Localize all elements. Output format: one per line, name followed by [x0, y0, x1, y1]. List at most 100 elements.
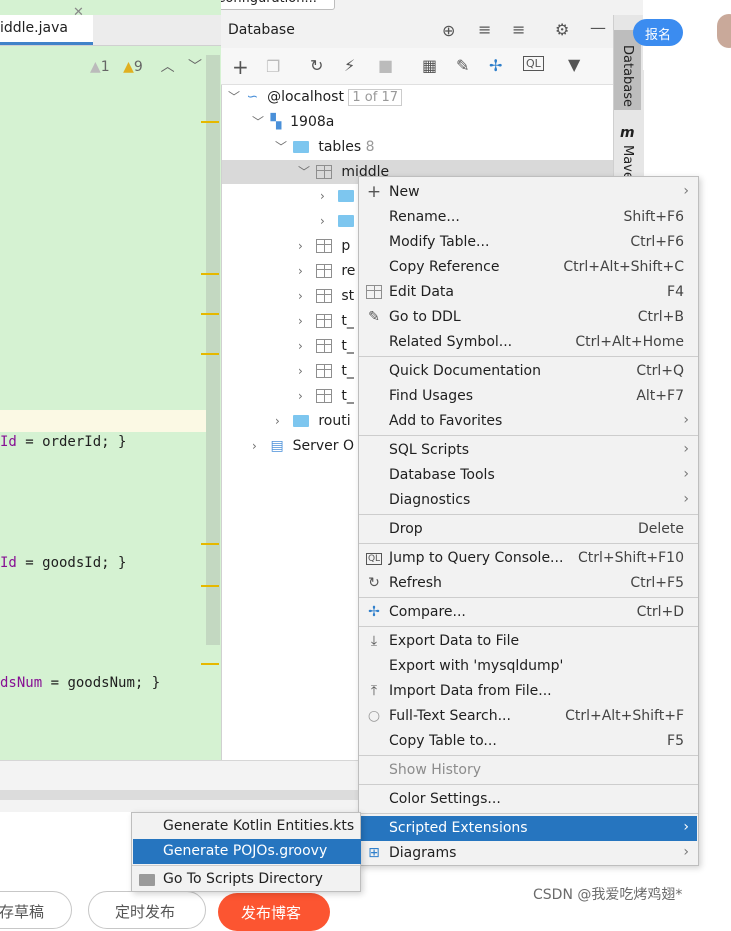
menu-item-import-data[interactable]: ⤒ Import Data from File...	[360, 679, 697, 704]
tree-node-table[interactable]: › p	[298, 238, 350, 263]
menu-item-diagnostics[interactable]: Diagnostics ›	[360, 488, 697, 513]
expand-all-icon[interactable]: ≡	[478, 20, 491, 39]
tree-node-host[interactable]: ﹀ ∽ @localhost 1 of 17	[228, 88, 402, 113]
chevron-right-icon: ›	[683, 441, 689, 457]
menu-item-jump-to-console[interactable]: QL Jump to Query Console... Ctrl+Shift+F10	[360, 546, 697, 571]
menu-item-show-history[interactable]: Show History	[360, 758, 697, 783]
code-editor[interactable]	[0, 0, 221, 760]
menu-shortcut: Alt+F7	[636, 388, 684, 404]
horizontal-scrollbar[interactable]	[0, 790, 358, 800]
tables-label: tables	[318, 139, 362, 155]
submenu-item-kotlin-entities[interactable]: Generate Kotlin Entities.kts	[133, 814, 361, 839]
tree-node-server-objects[interactable]: › ▤ Server O	[252, 438, 354, 463]
table-icon[interactable]: ▦	[422, 56, 437, 75]
schema-icon[interactable]: ⚡	[344, 56, 355, 75]
menu-label: Copy Reference	[389, 259, 500, 275]
code-line: Id = orderId; }	[0, 434, 127, 450]
ql-icon: QL	[366, 553, 382, 565]
host-badge: 1 of 17	[348, 89, 402, 106]
chevron-up-icon[interactable]: ︿	[161, 59, 175, 75]
menu-item-export-mysqldump[interactable]: Export with 'mysqldump'	[360, 654, 697, 679]
menu-shortcut: Ctrl+F5	[630, 575, 684, 591]
menu-shortcut: F5	[667, 733, 684, 749]
tree-node-schema[interactable]: ﹀ ▚ 1908a	[252, 113, 334, 138]
menu-item-edit-data[interactable]: Edit Data F4	[360, 280, 697, 305]
warning-count: 1	[100, 59, 110, 75]
menu-item-diagrams[interactable]: ⊞ Diagrams ›	[360, 841, 697, 866]
tree-node-tables[interactable]: ﹀ tables 8	[275, 138, 375, 163]
editor-scrollbar[interactable]	[206, 55, 220, 645]
menu-label: Refresh	[389, 575, 442, 591]
edit-icon[interactable]: ✎	[456, 56, 469, 75]
menu-shortcut: Ctrl+Alt+Shift+C	[563, 259, 684, 275]
menu-item-add-to-favorites[interactable]: Add to Favorites ›	[360, 409, 697, 434]
tree-node-table[interactable]: › t_	[298, 388, 354, 413]
table-icon	[316, 339, 333, 353]
menu-item-modify-table[interactable]: Modify Table... Ctrl+F6	[360, 230, 697, 255]
crosshair-icon[interactable]: ⊕	[442, 21, 455, 40]
filter-icon[interactable]: ▼	[568, 55, 580, 74]
gear-icon[interactable]: ⚙	[555, 20, 569, 39]
publish-button[interactable]: 发布博客	[218, 893, 330, 931]
maven-icon[interactable]: m	[620, 125, 635, 141]
collapse-all-icon[interactable]: ≡	[512, 20, 525, 39]
tree-node-folder[interactable]: ›	[320, 188, 355, 213]
close-icon[interactable]: ✕	[73, 5, 84, 20]
menu-item-related-symbol[interactable]: Related Symbol... Ctrl+Alt+Home	[360, 330, 697, 355]
menu-item-copy-table[interactable]: Copy Table to... F5	[360, 729, 697, 754]
tree-node-table[interactable]: › t_	[298, 313, 354, 338]
signup-button[interactable]: 报名	[633, 19, 683, 46]
menu-item-rename[interactable]: Rename... Shift+F6	[360, 205, 697, 230]
table-label: t_	[341, 363, 354, 379]
tab-label: iddle.java	[0, 20, 68, 36]
tree-node-folder[interactable]: ›	[320, 213, 355, 238]
watermark: CSDN @我爱吃烤鸡翅*	[533, 887, 683, 903]
menu-item-new[interactable]: + New ›	[360, 180, 697, 205]
console-icon[interactable]: QL	[523, 56, 544, 71]
submenu-item-scripts-directory[interactable]: Go To Scripts Directory	[133, 867, 361, 892]
menu-label: Generate Kotlin Entities.kts	[163, 818, 355, 834]
menu-item-go-to-ddl[interactable]: ✎ Go to DDL Ctrl+B	[360, 305, 697, 330]
table-icon	[365, 284, 383, 300]
submenu-item-generate-pojos[interactable]: Generate POJOs.groovy	[133, 839, 361, 864]
tree-node-table[interactable]: › t_	[298, 363, 354, 388]
menu-item-refresh[interactable]: ↻ Refresh Ctrl+F5	[360, 571, 697, 596]
menu-item-database-tools[interactable]: Database Tools ›	[360, 463, 697, 488]
duplicate-icon[interactable]: ❐	[266, 57, 280, 76]
menu-item-color-settings[interactable]: Color Settings...	[360, 787, 697, 812]
table-icon	[316, 364, 333, 378]
tables-count: 8	[365, 139, 375, 155]
menu-separator	[359, 356, 698, 357]
menu-item-copy-reference[interactable]: Copy Reference Ctrl+Alt+Shift+C	[360, 255, 697, 280]
tree-node-table[interactable]: › st	[298, 288, 354, 313]
chevron-down-icon[interactable]: ﹀	[188, 59, 202, 75]
menu-item-find-usages[interactable]: Find Usages Alt+F7	[360, 384, 697, 409]
inspection-widget[interactable]: ▲1 ▲9 ︿ ﹀	[90, 56, 202, 76]
compare-icon[interactable]: ✢	[489, 56, 502, 75]
search-icon: ○	[367, 708, 381, 724]
code-line: dsNum = goodsNum; }	[0, 675, 161, 691]
menu-item-full-text-search[interactable]: ○ Full-Text Search... Ctrl+Alt+Shift+F	[360, 704, 697, 729]
folder-icon	[293, 415, 310, 427]
scripted-extensions-submenu: Generate Kotlin Entities.kts Generate PO…	[131, 812, 361, 892]
tree-node-routines[interactable]: › routi	[275, 413, 351, 438]
gutter-mark	[201, 663, 219, 665]
avatar[interactable]	[717, 14, 731, 48]
menu-item-export-data[interactable]: ⤓ Export Data to File	[360, 629, 697, 654]
tree-node-table[interactable]: › t_	[298, 338, 354, 363]
add-icon[interactable]: +	[232, 55, 249, 79]
mysql-icon: ∽	[246, 89, 259, 105]
table-icon	[316, 389, 333, 403]
minimize-icon[interactable]: —	[590, 18, 606, 37]
menu-item-compare[interactable]: ✢ Compare... Ctrl+D	[360, 600, 697, 625]
save-draft-button[interactable]: 存草稿	[0, 891, 72, 929]
menu-item-scripted-extensions[interactable]: Scripted Extensions ›	[360, 816, 697, 841]
tree-node-table[interactable]: › re	[298, 263, 355, 288]
schedule-publish-button[interactable]: 定时发布	[88, 891, 206, 929]
menu-item-quick-documentation[interactable]: Quick Documentation Ctrl+Q	[360, 359, 697, 384]
menu-item-sql-scripts[interactable]: SQL Scripts ›	[360, 438, 697, 463]
menu-separator	[359, 514, 698, 515]
menu-item-drop[interactable]: Drop Delete	[360, 517, 697, 542]
refresh-icon[interactable]: ↻	[310, 56, 323, 75]
stop-icon[interactable]: ■	[378, 56, 393, 75]
